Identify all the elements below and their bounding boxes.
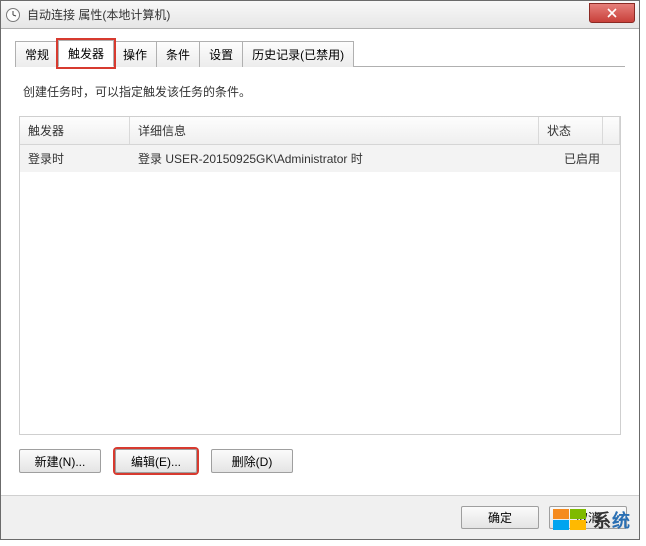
watermark-text: 系统: [593, 507, 631, 533]
tab-actions[interactable]: 操作: [113, 41, 157, 67]
description-text: 创建任务时，可以指定触发该任务的条件。: [15, 67, 625, 110]
list-header: 触发器 详细信息 状态: [20, 117, 620, 145]
window-title: 自动连接 属性(本地计算机): [27, 6, 170, 23]
new-button[interactable]: 新建(N)...: [19, 449, 101, 473]
tab-settings[interactable]: 设置: [199, 41, 243, 67]
cell-trigger: 登录时: [20, 145, 130, 172]
ok-button[interactable]: 确定: [461, 506, 539, 529]
footer: 确定 取消 系统: [1, 495, 639, 539]
titlebar: 自动连接 属性(本地计算机): [1, 1, 639, 29]
edit-button[interactable]: 编辑(E)...: [115, 449, 197, 473]
col-pad: [603, 117, 620, 144]
table-row[interactable]: 登录时 登录 USER-20150925GK\Administrator 时 已…: [20, 145, 620, 172]
col-status[interactable]: 状态: [539, 117, 603, 144]
cell-status: 已启用: [556, 145, 620, 172]
col-trigger[interactable]: 触发器: [20, 117, 130, 144]
button-row: 新建(N)... 编辑(E)... 删除(D): [15, 435, 625, 477]
dialog-window: 自动连接 属性(本地计算机) 常规 触发器 操作 条件 设置 历史记录(已禁用)…: [0, 0, 640, 540]
tabstrip: 常规 触发器 操作 条件 设置 历史记录(已禁用): [15, 39, 625, 67]
tab-conditions[interactable]: 条件: [156, 41, 200, 67]
close-button[interactable]: [589, 3, 635, 23]
cell-detail: 登录 USER-20150925GK\Administrator 时: [130, 145, 556, 172]
delete-button[interactable]: 删除(D): [211, 449, 293, 473]
tab-history[interactable]: 历史记录(已禁用): [242, 41, 354, 67]
tab-general[interactable]: 常规: [15, 41, 59, 67]
windows-logo-icon: [553, 509, 587, 531]
clock-icon: [5, 7, 21, 23]
watermark: 系统: [553, 507, 631, 533]
list-body: 登录时 登录 USER-20150925GK\Administrator 时 已…: [20, 145, 620, 434]
tab-triggers[interactable]: 触发器: [58, 40, 114, 67]
trigger-list[interactable]: 触发器 详细信息 状态 登录时 登录 USER-20150925GK\Admin…: [19, 116, 621, 435]
client-area: 常规 触发器 操作 条件 设置 历史记录(已禁用) 创建任务时，可以指定触发该任…: [1, 29, 639, 539]
col-detail[interactable]: 详细信息: [130, 117, 539, 144]
